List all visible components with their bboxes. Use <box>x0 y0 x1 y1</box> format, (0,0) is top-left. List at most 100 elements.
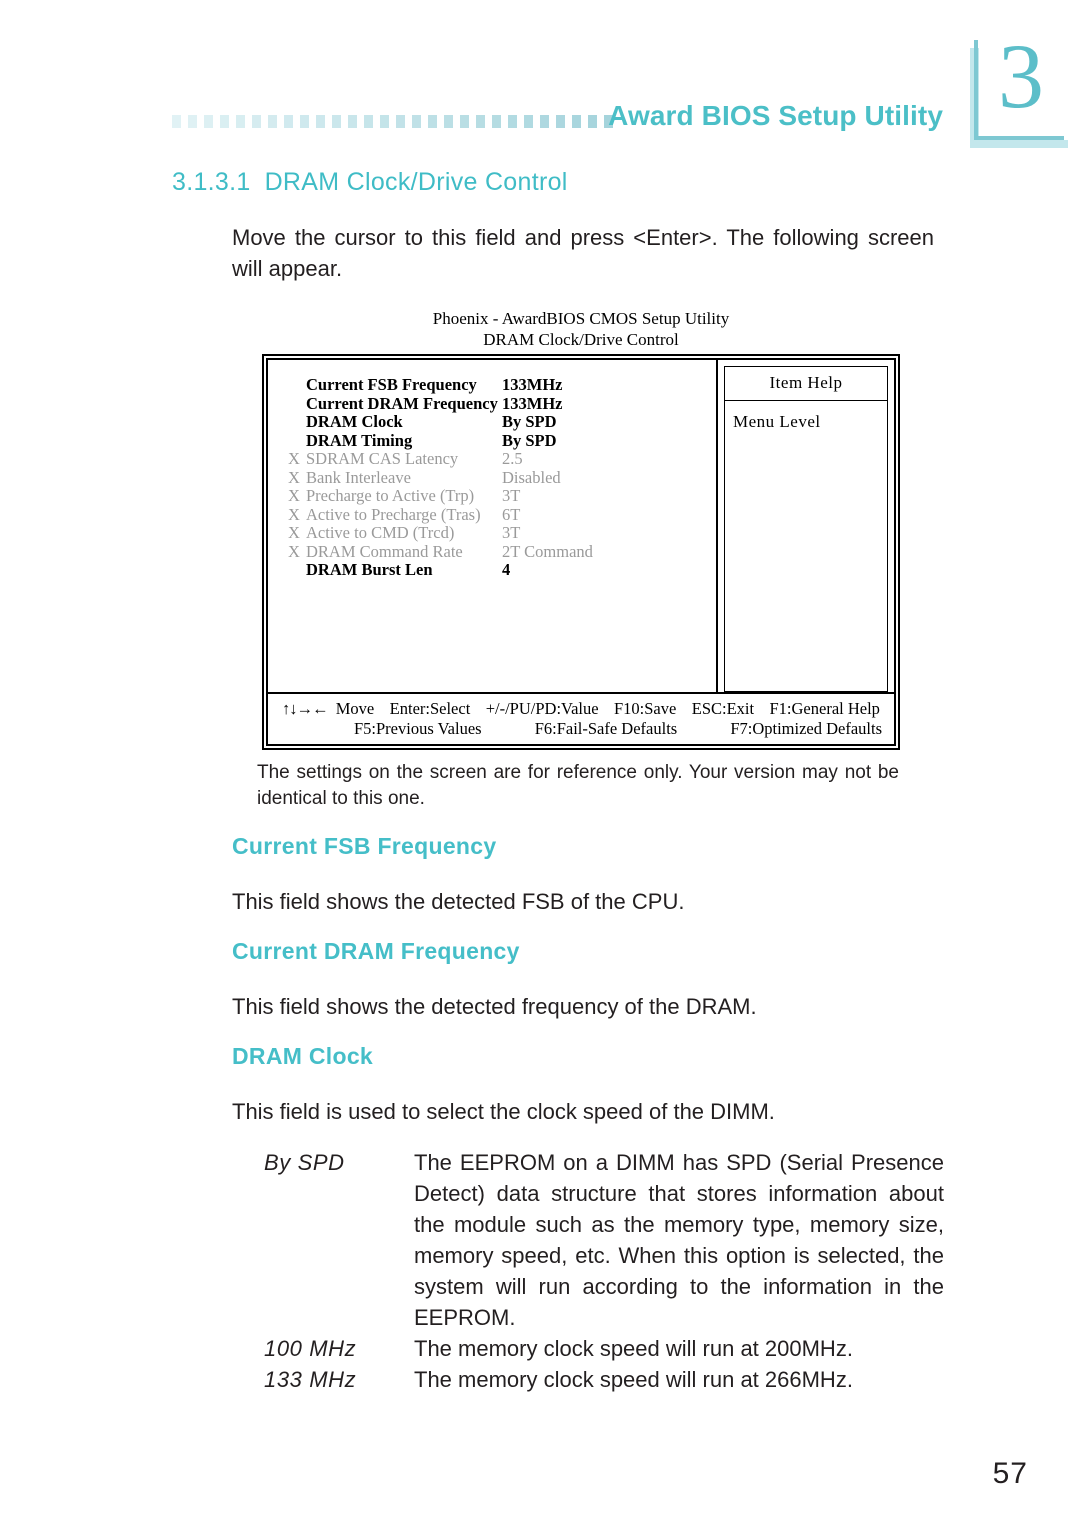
header-dot <box>396 114 405 128</box>
bios-caption-line-1: Phoenix - AwardBIOS CMOS Setup Utility <box>432 309 730 328</box>
header-dot <box>316 114 325 128</box>
bios-setting-row[interactable]: DRAM Timing By SPD <box>268 430 716 451</box>
page-number: 57 <box>992 1457 1028 1490</box>
option-row-by-spd: By SPD The EEPROM on a DIMM has SPD (Ser… <box>264 1147 944 1333</box>
key-esc-exit: ESC:Exit <box>691 699 755 718</box>
bios-row-disabled-marker <box>288 432 306 451</box>
header-dot <box>524 114 533 128</box>
bios-row-value[interactable]: Disabled <box>502 468 561 488</box>
bios-row-value[interactable]: By SPD <box>502 431 557 451</box>
header-dot <box>428 114 437 128</box>
bios-row-value[interactable]: 133MHz <box>502 394 562 414</box>
header-dot <box>444 114 453 128</box>
bios-row-disabled-marker <box>288 413 306 432</box>
key-f10-save: F10:Save <box>614 699 677 718</box>
bios-setting-row[interactable]: X Active to Precharge (Tras) 6T <box>268 504 716 525</box>
bios-row-value[interactable]: 3T <box>502 523 520 543</box>
header-dot <box>380 114 389 128</box>
bios-row-label: Bank Interleave <box>306 467 411 487</box>
key-f5-previous-values: F5:Previous Values <box>354 719 482 738</box>
bios-setting-row[interactable]: DRAM Clock By SPD <box>268 412 716 432</box>
bios-row-value[interactable]: By SPD <box>502 412 557 432</box>
section-number: 3.1.3.1 <box>172 168 251 196</box>
header-dot <box>364 114 373 128</box>
bios-row-label: Current DRAM Frequency <box>306 393 498 413</box>
option-term-133-mhz: 133 MHz <box>264 1367 357 1392</box>
bios-settings-list: Current FSB Frequency 133MHz Current DRAM … <box>268 360 716 692</box>
bios-row-disabled-marker: X <box>288 467 300 487</box>
chapter-number: 3 <box>998 25 1044 127</box>
bios-row-value[interactable]: 6T <box>502 505 520 525</box>
bios-row-label: Active to CMD (Trcd) <box>306 523 455 542</box>
key-f7-optimized-defaults: F7:Optimized Defaults <box>730 719 882 738</box>
reference-only-disclaimer: The settings on the screen are for refer… <box>257 762 899 809</box>
arrow-keys-icon: ↑↓→← <box>282 699 328 718</box>
bios-key-legend: ↑↓→← Move Enter:Select +/-/PU/PD:Value F… <box>268 694 894 744</box>
header-dot <box>556 114 565 128</box>
header-dot <box>348 114 357 128</box>
option-term-by-spd: By SPD <box>264 1150 345 1175</box>
option-row-133-mhz: 133 MHz The memory clock speed will run … <box>264 1364 944 1395</box>
field-heading-current-dram-frequency: Current DRAM Frequency <box>232 938 520 964</box>
bios-setting-row[interactable]: X SDRAM CAS Latency 2.5 <box>268 449 716 469</box>
option-definition-by-spd: The EEPROM on a DIMM has SPD (Serial Pre… <box>414 1150 944 1330</box>
option-definition-133-mhz: The memory clock speed will run at 266MH… <box>414 1367 853 1392</box>
bios-setting-row[interactable]: X Bank Interleave Disabled <box>268 467 716 488</box>
bios-row-disabled-marker <box>288 395 306 414</box>
option-definition-100-mhz: The memory clock speed will run at 200MH… <box>414 1336 853 1361</box>
bios-help-panel: Item Help Menu Level <box>716 360 894 692</box>
bios-setting-row[interactable]: Current FSB Frequency 133MHz <box>268 375 716 395</box>
item-help-title: Item Help <box>725 367 887 401</box>
field-heading-current-fsb-frequency: Current FSB Frequency <box>232 833 497 859</box>
bios-row-disabled-marker: X <box>288 449 300 468</box>
key-f1-general-help: F1:General Help <box>769 699 880 718</box>
bios-row-value[interactable]: 2.5 <box>502 449 523 469</box>
header-title: Award BIOS Setup Utility <box>608 100 943 131</box>
chapter-marker: 3 <box>962 30 1068 148</box>
bios-row-disabled-marker: X <box>288 504 300 524</box>
header-dot <box>460 114 469 128</box>
bios-caption-line-2: DRAM Clock/Drive Control <box>483 330 679 349</box>
header-dot <box>284 114 293 128</box>
header-dot-rule <box>172 113 613 129</box>
header-dot <box>300 114 309 128</box>
field-body-current-fsb-frequency: This field shows the detected FSB of the… <box>232 889 685 914</box>
header-dot <box>572 114 581 128</box>
bios-outer-frame: Current FSB Frequency 133MHz Current DRAM … <box>262 354 900 750</box>
bios-row-value[interactable]: 4 <box>502 560 510 580</box>
bios-row-label: DRAM Timing <box>306 430 413 450</box>
header-dot <box>236 114 245 128</box>
bios-setting-row[interactable]: X Active to CMD (Trcd) 3T <box>268 523 716 543</box>
bios-main-area: Current FSB Frequency 133MHz Current DRAM … <box>268 360 894 694</box>
header-dot <box>204 114 213 128</box>
item-help-box: Item Help Menu Level <box>724 366 888 692</box>
menu-level-label: Menu Level <box>733 412 821 431</box>
key-value: +/-/PU/PD:Value <box>485 699 599 718</box>
bios-row-value[interactable]: 3T <box>502 486 520 506</box>
bios-row-label: DRAM Burst Len <box>306 560 433 579</box>
header-dot <box>220 114 229 128</box>
bios-setting-row[interactable]: Current DRAM Frequency 133MHz <box>268 393 716 414</box>
bios-row-value[interactable]: 133MHz <box>502 375 562 395</box>
bios-setting-row[interactable]: DRAM Burst Len 4 <box>268 560 716 580</box>
header-dot <box>588 114 597 128</box>
header-dot <box>492 114 501 128</box>
key-enter-select: Enter:Select <box>389 699 471 718</box>
bios-row-label: DRAM Command Rate <box>306 541 463 561</box>
chapter-bracket-vertical <box>974 40 978 140</box>
chapter-bracket-horizontal <box>974 136 1064 140</box>
bios-row-value[interactable]: 2T Command <box>502 542 593 562</box>
field-body-current-dram-frequency: This field shows the detected frequency … <box>232 994 757 1019</box>
field-body-dram-clock: This field is used to select the clock s… <box>232 1099 775 1124</box>
header-dot <box>268 114 277 128</box>
bios-row-disabled-marker <box>288 561 306 580</box>
bios-setting-row[interactable]: X DRAM Command Rate 2T Command <box>268 541 716 562</box>
header-dot <box>508 114 517 128</box>
section-title: DRAM Clock/Drive Control <box>264 168 568 196</box>
bios-row-label: Precharge to Active (Trp) <box>306 486 475 505</box>
header-dot <box>332 114 341 128</box>
option-term-100-mhz: 100 MHz <box>264 1336 357 1361</box>
option-row-100-mhz: 100 MHz The memory clock speed will run … <box>264 1333 944 1364</box>
bios-row-label: SDRAM CAS Latency <box>306 449 459 468</box>
bios-setting-row[interactable]: X Precharge to Active (Trp) 3T <box>268 486 716 506</box>
